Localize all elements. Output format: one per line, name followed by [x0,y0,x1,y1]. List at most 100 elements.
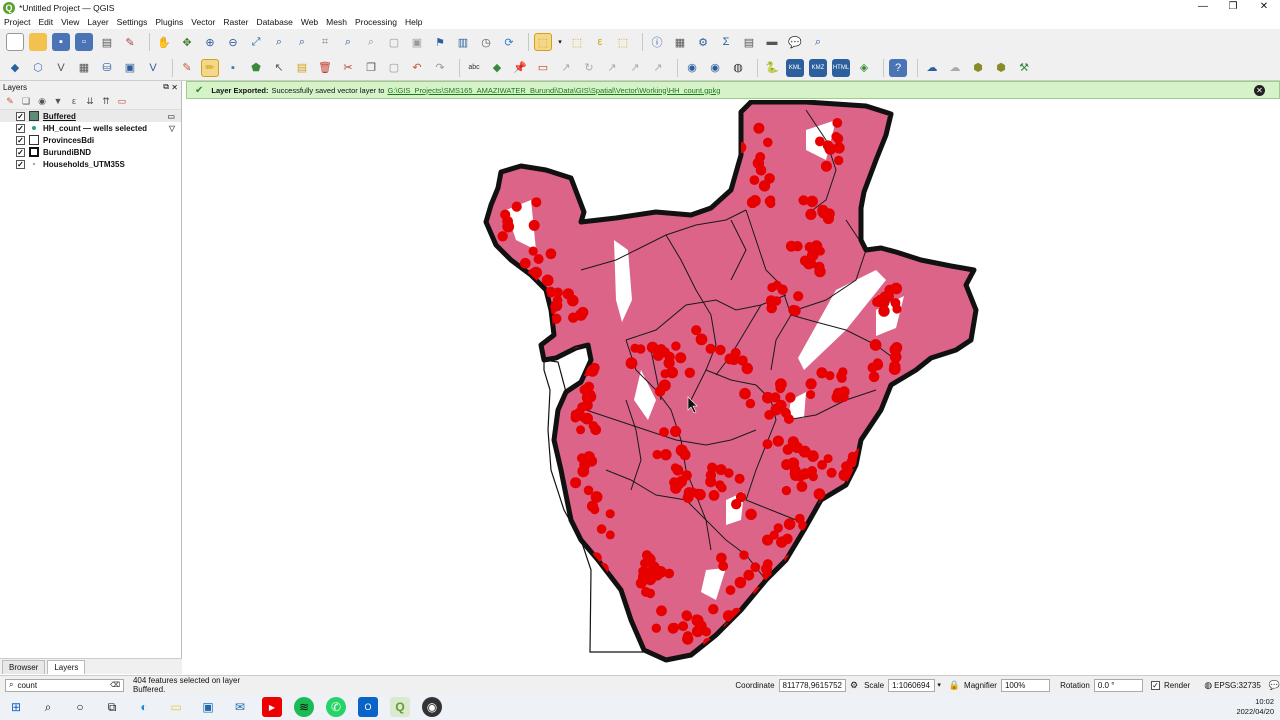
new-map-view-icon[interactable]: ▢ [385,33,403,51]
layer-checkbox[interactable]: ✓ [16,159,25,169]
obs-icon[interactable]: ◉ [422,697,442,717]
zoom-in-icon[interactable]: ⊕ [201,33,219,51]
file-explorer-icon[interactable]: ▭ [166,697,186,717]
add-feature-icon[interactable]: ⬟ [247,59,265,77]
zoom-native-icon[interactable]: ⌗ [316,33,334,51]
store-icon[interactable]: ▣ [198,697,218,717]
undo-icon[interactable]: ↶ [408,59,426,77]
messages-icon[interactable]: 💬 [1269,680,1280,691]
rotation-field[interactable]: 0.0 ° [1093,678,1143,692]
render-checkbox[interactable]: ✓ [1150,680,1160,690]
expand-all-icon[interactable]: ⇊ [84,95,96,107]
filter-indicator-icon[interactable]: ▽ [169,124,175,133]
paste-features-icon[interactable]: ▢ [385,59,403,77]
select-by-value-icon[interactable]: ⬚ [568,33,586,51]
menu-database[interactable]: Database [256,17,292,27]
lock-scale-icon[interactable]: 🔒 [949,680,960,691]
layer-checkbox[interactable]: ✓ [16,111,25,121]
pin-labels-icon[interactable]: 📌 [511,59,529,77]
magnifier-field[interactable]: 100% [1000,678,1051,692]
locator-search[interactable]: ⌕ count ⌫ [5,678,124,692]
layer-item-hh-count[interactable]: ✓ HH_count — wells selected ▽ [0,122,181,134]
menu-processing[interactable]: Processing [355,17,397,27]
layers-plugin-icon[interactable]: ◈ [855,59,873,77]
kml-icon[interactable]: KML [786,58,804,77]
clear-search-icon[interactable]: ⌫ [110,681,120,689]
add-raster-icon[interactable]: ▦ [75,59,93,77]
close-window-button[interactable]: ✕ [1248,0,1280,15]
globe-icon[interactable]: ◉ [683,59,701,77]
move-label-icon[interactable]: ↗ [557,59,575,77]
select-features-icon[interactable]: ⬚ [534,33,552,51]
show-bookmarks-icon[interactable]: ▥ [454,33,472,51]
qgis-taskbar-icon[interactable]: Q [390,697,410,717]
rotate-label-icon[interactable]: ↻ [580,59,598,77]
menu-vector[interactable]: Vector [191,17,215,27]
layer-item-provincesbdi[interactable]: ✓ ProvincesBdi [0,134,181,146]
cut-features-icon[interactable]: ✂ [339,59,357,77]
open-project-icon[interactable] [29,33,47,51]
data-source-manager-icon[interactable]: ◆ [6,59,24,77]
show-hide-labels-icon[interactable]: ↗ [626,59,644,77]
pan-icon[interactable]: ✋ [155,33,173,51]
close-panel-icon[interactable]: ✕ [171,83,178,92]
attribute-table-icon[interactable]: ▦ [671,33,689,51]
manage-themes-icon[interactable]: ◉ [36,95,48,107]
search-icon[interactable]: ⌕ [38,697,58,717]
edge-icon[interactable]: ◐ [134,697,154,717]
highlight-labels-icon[interactable]: ▭ [534,59,552,77]
map-tips-icon[interactable]: 💬 [786,33,804,51]
add-group-icon[interactable]: ❏ [20,95,32,107]
zoom-full-icon[interactable]: ⤢ [247,33,265,51]
python-icon[interactable]: 🐍 [763,59,781,77]
close-message-icon[interactable]: ✕ [1254,85,1265,96]
current-edits-icon[interactable]: ✎ [178,59,196,77]
bookmark-icon[interactable]: ⚑ [431,33,449,51]
help-icon[interactable]: ? [889,58,907,77]
zoom-next-icon[interactable]: ⌕ [362,33,380,51]
menu-raster[interactable]: Raster [223,17,248,27]
zoom-last-icon[interactable]: ⌕ [339,33,357,51]
zoom-selection-icon[interactable]: ⌕ [270,33,288,51]
layer-item-burundibnd[interactable]: ✓ BurundiBND [0,146,181,158]
remove-layer-icon[interactable]: ▭ [116,95,128,107]
spotify-icon[interactable]: ≋ [294,697,314,717]
layer-checkbox[interactable]: ✓ [16,123,25,133]
whatsapp-icon[interactable]: ✆ [326,697,346,717]
tab-browser[interactable]: Browser [2,660,46,674]
modify-attributes-icon[interactable]: ▤ [293,59,311,77]
measure-icon[interactable]: ▬ [763,33,781,51]
toggle-editing-icon[interactable]: ✏ [201,58,219,77]
select-by-expression-icon[interactable]: ε [591,33,609,51]
menu-settings[interactable]: Settings [117,17,148,27]
cloud-icon[interactable]: ☁ [923,59,941,77]
crs-label[interactable]: EPSG:32735 [1214,681,1261,690]
layer-item-buffered[interactable]: ✓ Buffered ▭ [0,110,181,122]
processing-toolbox-icon[interactable]: ⚙ [694,33,712,51]
tab-layers[interactable]: Layers [47,660,86,674]
filter-legend-icon[interactable]: ▼ [52,95,64,107]
qfield-sync-icon[interactable]: ⬢ [992,59,1010,77]
save-edits-icon[interactable]: ▪ [224,59,242,77]
coordinate-field[interactable]: 811778,9615752 [778,678,846,692]
tools-icon[interactable]: ⚒ [1015,59,1033,77]
mail-icon[interactable]: ✉ [230,697,250,717]
locator-icon[interactable]: ⌕ [809,33,827,51]
menu-plugins[interactable]: Plugins [155,17,183,27]
refresh-icon[interactable]: ⟳ [500,33,518,51]
toggle-extents-icon[interactable]: ⚙ [850,680,858,691]
copy-features-icon[interactable]: ❐ [362,59,380,77]
map-canvas[interactable] [186,100,1280,674]
minimize-button[interactable]: — [1187,0,1219,15]
menu-view[interactable]: View [61,17,79,27]
cortana-icon[interactable]: ○ [70,697,90,717]
menu-mesh[interactable]: Mesh [326,17,347,27]
locator-search-value[interactable]: count [17,681,37,690]
style-panel-icon[interactable]: ✎ [4,95,16,107]
zoom-out-icon[interactable]: ⊖ [224,33,242,51]
maximize-button[interactable]: ❐ [1217,0,1249,15]
field-calculator-icon[interactable]: ▤ [740,33,758,51]
print-layout-icon[interactable]: ▤ [98,33,116,51]
save-as-icon[interactable]: ▫ [75,33,93,51]
html-icon[interactable]: HTML [832,58,850,77]
